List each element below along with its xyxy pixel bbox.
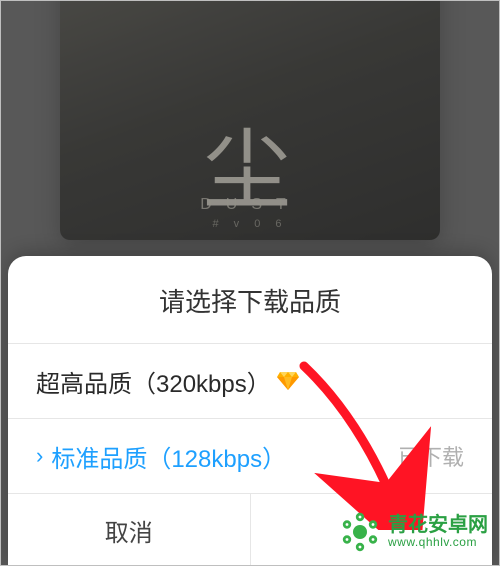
quality-option-status: 已下载: [398, 440, 464, 472]
quality-option-standard[interactable]: › 标准品质（128kbps） 已下载: [8, 419, 492, 494]
quality-option-label: 标准品质（128kbps）: [51, 439, 286, 474]
quality-option-label: 超高品质（320kbps）: [36, 364, 271, 399]
sheet-title: 请选择下载品质: [8, 256, 492, 344]
watermark-logo-icon: [340, 512, 380, 552]
watermark-title: 青花安卓网: [388, 514, 488, 536]
vip-diamond-icon: [277, 372, 299, 390]
selected-chevron-icon: ›: [36, 445, 43, 467]
quality-option-superhigh[interactable]: 超高品质（320kbps）: [8, 344, 492, 419]
watermark-url: www.qhhlv.com: [388, 536, 488, 549]
watermark: 青花安卓网 www.qhhlv.com: [340, 512, 488, 552]
cancel-button[interactable]: 取消: [8, 494, 250, 566]
cancel-button-label: 取消: [105, 513, 153, 548]
